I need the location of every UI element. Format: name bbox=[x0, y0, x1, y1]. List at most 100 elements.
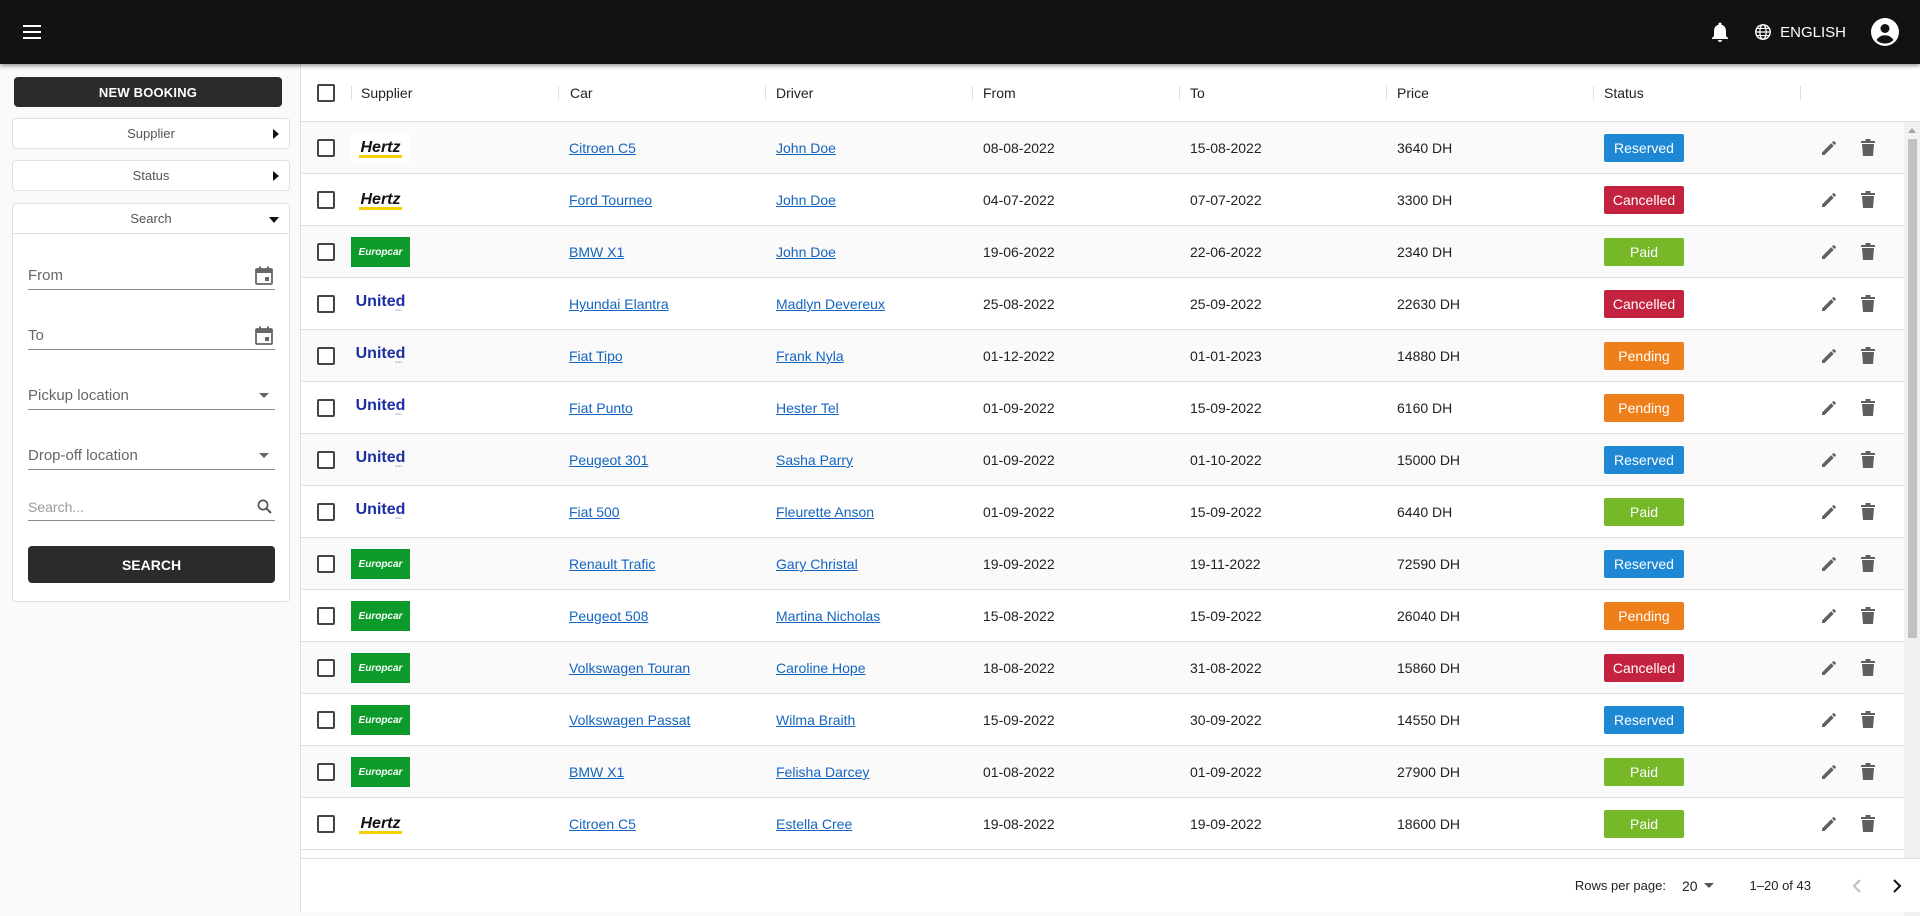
supplier-logo[interactable]: United ···· bbox=[351, 393, 410, 423]
driver-link[interactable]: Madlyn Devereux bbox=[776, 296, 885, 312]
car-link[interactable]: Volkswagen Touran bbox=[569, 660, 690, 676]
search-icon[interactable] bbox=[253, 496, 275, 518]
edit-icon[interactable] bbox=[1815, 498, 1843, 526]
row-checkbox[interactable] bbox=[317, 711, 335, 729]
col-to[interactable]: To bbox=[1179, 64, 1386, 122]
car-link[interactable]: Volkswagen Passat bbox=[569, 712, 690, 728]
delete-icon[interactable] bbox=[1854, 394, 1882, 422]
supplier-logo[interactable]: United ···· bbox=[351, 445, 410, 475]
calendar-icon[interactable] bbox=[253, 325, 275, 347]
delete-icon[interactable] bbox=[1854, 758, 1882, 786]
car-link[interactable]: Peugeot 508 bbox=[569, 608, 648, 624]
scroll-up-icon[interactable] bbox=[1908, 128, 1916, 133]
car-link[interactable]: Citroen C5 bbox=[569, 816, 636, 832]
account-circle-icon[interactable] bbox=[1860, 0, 1910, 64]
driver-link[interactable]: Hester Tel bbox=[776, 400, 839, 416]
edit-icon[interactable] bbox=[1815, 342, 1843, 370]
row-checkbox[interactable] bbox=[317, 607, 335, 625]
driver-link[interactable]: Sasha Parry bbox=[776, 452, 853, 468]
row-checkbox[interactable] bbox=[317, 763, 335, 781]
supplier-logo[interactable]: United ···· bbox=[351, 497, 410, 527]
row-checkbox[interactable] bbox=[317, 243, 335, 261]
row-checkbox[interactable] bbox=[317, 139, 335, 157]
edit-icon[interactable] bbox=[1815, 186, 1843, 214]
chevron-right-icon[interactable] bbox=[1877, 866, 1917, 906]
chevron-left-icon[interactable] bbox=[1837, 866, 1877, 906]
driver-link[interactable]: Estella Cree bbox=[776, 816, 852, 832]
row-checkbox[interactable] bbox=[317, 555, 335, 573]
driver-link[interactable]: John Doe bbox=[776, 192, 836, 208]
dropoff-location-select[interactable]: Drop-off location bbox=[28, 442, 275, 470]
supplier-logo[interactable]: Europcar bbox=[351, 757, 410, 787]
driver-link[interactable]: Caroline Hope bbox=[776, 660, 866, 676]
scrollbar-thumb[interactable] bbox=[1908, 139, 1917, 638]
car-link[interactable]: BMW X1 bbox=[569, 244, 624, 260]
delete-icon[interactable] bbox=[1854, 810, 1882, 838]
edit-icon[interactable] bbox=[1815, 758, 1843, 786]
driver-link[interactable]: Martina Nicholas bbox=[776, 608, 880, 624]
from-date-field[interactable]: From bbox=[28, 262, 275, 290]
bell-icon[interactable] bbox=[1696, 0, 1744, 64]
supplier-logo[interactable]: Europcar bbox=[351, 549, 410, 579]
driver-link[interactable]: Frank Nyla bbox=[776, 348, 844, 364]
col-driver[interactable]: Driver bbox=[765, 64, 972, 122]
delete-icon[interactable] bbox=[1854, 342, 1882, 370]
edit-icon[interactable] bbox=[1815, 654, 1843, 682]
row-checkbox[interactable] bbox=[317, 399, 335, 417]
status-filter[interactable]: Status bbox=[12, 160, 290, 191]
row-checkbox[interactable] bbox=[317, 815, 335, 833]
driver-link[interactable]: Felisha Darcey bbox=[776, 764, 869, 780]
hamburger-menu-icon[interactable] bbox=[0, 0, 64, 64]
calendar-icon[interactable] bbox=[253, 265, 275, 287]
to-date-field[interactable]: To bbox=[28, 322, 275, 350]
supplier-logo[interactable]: Europcar bbox=[351, 705, 410, 735]
delete-icon[interactable] bbox=[1854, 706, 1882, 734]
delete-icon[interactable] bbox=[1854, 446, 1882, 474]
language-selector[interactable]: ENGLISH bbox=[1744, 0, 1860, 64]
supplier-logo[interactable]: Hertz bbox=[351, 185, 410, 215]
row-checkbox[interactable] bbox=[317, 659, 335, 677]
new-booking-button[interactable]: NEW BOOKING bbox=[14, 77, 282, 107]
delete-icon[interactable] bbox=[1854, 602, 1882, 630]
row-checkbox[interactable] bbox=[317, 347, 335, 365]
row-checkbox[interactable] bbox=[317, 503, 335, 521]
edit-icon[interactable] bbox=[1815, 238, 1843, 266]
delete-icon[interactable] bbox=[1854, 290, 1882, 318]
driver-link[interactable]: John Doe bbox=[776, 244, 836, 260]
driver-link[interactable]: Gary Christal bbox=[776, 556, 858, 572]
car-link[interactable]: Fiat 500 bbox=[569, 504, 620, 520]
pickup-location-select[interactable]: Pickup location bbox=[28, 382, 275, 410]
search-panel-header[interactable]: Search bbox=[12, 203, 290, 234]
col-price[interactable]: Price bbox=[1386, 64, 1593, 122]
car-link[interactable]: Renault Trafic bbox=[569, 556, 655, 572]
edit-icon[interactable] bbox=[1815, 394, 1843, 422]
supplier-logo[interactable]: Europcar bbox=[351, 653, 410, 683]
supplier-logo[interactable]: Europcar bbox=[351, 601, 410, 631]
edit-icon[interactable] bbox=[1815, 810, 1843, 838]
search-input[interactable]: Search... bbox=[28, 493, 275, 521]
car-link[interactable]: Hyundai Elantra bbox=[569, 296, 669, 312]
delete-icon[interactable] bbox=[1854, 186, 1882, 214]
table-scrollbar[interactable] bbox=[1904, 122, 1920, 916]
supplier-logo[interactable]: United ···· bbox=[351, 289, 410, 319]
supplier-filter[interactable]: Supplier bbox=[12, 118, 290, 149]
delete-icon[interactable] bbox=[1854, 654, 1882, 682]
supplier-logo[interactable]: Hertz bbox=[351, 133, 410, 163]
col-car[interactable]: Car bbox=[558, 64, 765, 122]
search-button[interactable]: SEARCH bbox=[28, 546, 275, 583]
delete-icon[interactable] bbox=[1854, 550, 1882, 578]
car-link[interactable]: Fiat Punto bbox=[569, 400, 633, 416]
delete-icon[interactable] bbox=[1854, 498, 1882, 526]
car-link[interactable]: Citroen C5 bbox=[569, 140, 636, 156]
row-checkbox[interactable] bbox=[317, 451, 335, 469]
edit-icon[interactable] bbox=[1815, 550, 1843, 578]
col-from[interactable]: From bbox=[972, 64, 1179, 122]
edit-icon[interactable] bbox=[1815, 706, 1843, 734]
supplier-logo[interactable]: Europcar bbox=[351, 237, 410, 267]
rows-per-page-select[interactable]: 20 bbox=[1682, 878, 1714, 894]
car-link[interactable]: Fiat Tipo bbox=[569, 348, 623, 364]
car-link[interactable]: BMW X1 bbox=[569, 764, 624, 780]
car-link[interactable]: Peugeot 301 bbox=[569, 452, 648, 468]
row-checkbox[interactable] bbox=[317, 295, 335, 313]
edit-icon[interactable] bbox=[1815, 290, 1843, 318]
